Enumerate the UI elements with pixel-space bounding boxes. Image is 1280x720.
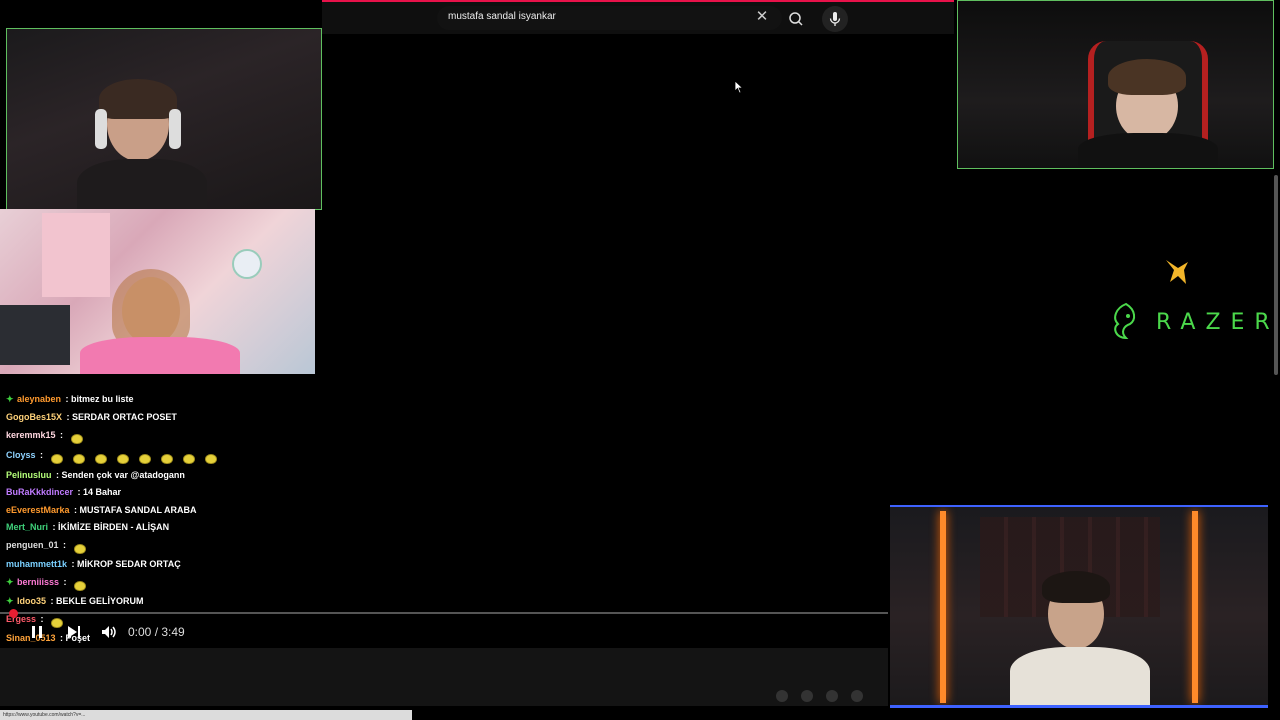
chat-message: ✦ berniiisss : (6, 577, 91, 591)
chat-separator: : (71, 505, 80, 515)
chat-text: 14 Bahar (83, 487, 122, 497)
chat-message: Pelinusluu : Senden çok var @atadogann (6, 470, 185, 480)
voice-search-button[interactable] (822, 6, 848, 32)
emote-icon (51, 617, 64, 628)
chat-text: bitmez bu liste (71, 394, 134, 404)
volume-button[interactable] (100, 624, 118, 645)
microphone-icon (829, 12, 841, 26)
dot[interactable] (776, 690, 788, 702)
emote-icon (73, 543, 86, 554)
emote-icon (160, 453, 173, 464)
emote-icon (116, 453, 129, 464)
dot[interactable] (851, 690, 863, 702)
chat-separator: : (53, 470, 62, 480)
emote-icon (74, 580, 87, 591)
chat-message: eEverestMarka : MUSTAFA SANDAL ARABA (6, 505, 197, 515)
chat-separator: : (37, 450, 46, 460)
pause-icon (32, 626, 42, 638)
chat-separator: : (57, 430, 66, 440)
emote-icon (138, 453, 151, 464)
chat-username[interactable]: penguen_01 (6, 540, 59, 550)
chat-username[interactable]: muhammett1k (6, 559, 67, 569)
time-display: 0:00 / 3:49 (128, 625, 185, 639)
search-button[interactable] (784, 7, 808, 31)
player-bottom-bar (0, 648, 888, 706)
chat-username[interactable]: berniiisss (17, 577, 59, 587)
chat-username[interactable]: Pelinusluu (6, 470, 52, 480)
dot[interactable] (826, 690, 838, 702)
chat-message: BuRaKkkdincer : 14 Bahar (6, 487, 121, 497)
chat-separator: : (75, 487, 84, 497)
chat-separator: : (61, 577, 70, 587)
webcam-middle-left (0, 209, 315, 374)
youtube-header: mustafa sandal isyankar ✕ (322, 0, 954, 34)
chat-message: ✦ ldoo35 : BEKLE GELİYORUM (6, 596, 144, 606)
mouse-cursor-icon (734, 80, 744, 94)
chat-text: MİKROP SEDAR ORTAÇ (77, 559, 181, 569)
search-query-text: mustafa sandal isyankar (448, 11, 556, 22)
chat-text: İKİMİZE BİRDEN - ALİŞAN (58, 522, 170, 532)
status-url: https://www.youtube.com/watch?v=... (0, 710, 412, 720)
emote-icon (50, 453, 63, 464)
chat-separator: : (38, 614, 47, 624)
chat-username[interactable]: Cloyss (6, 450, 36, 460)
chat-message: penguen_01 : (6, 540, 91, 554)
chat-message: keremmk15 : (6, 430, 88, 444)
subscriber-badge-icon: ✦ (6, 577, 14, 587)
chat-message: GogoBes15X : SERDAR ORTAC POSET (6, 412, 177, 422)
emote-icon (72, 453, 85, 464)
chat-separator: : (63, 394, 72, 404)
chat-message: muhammett1k : MİKROP SEDAR ORTAÇ (6, 559, 181, 569)
emote-icon (204, 453, 217, 464)
chat-username[interactable]: keremmk15 (6, 430, 56, 440)
skip-next-icon (68, 626, 80, 638)
chat-separator: : (64, 412, 73, 422)
subscriber-badge-icon: ✦ (6, 596, 14, 606)
next-button[interactable] (66, 624, 82, 645)
razer-brand-text: RAZER (1156, 310, 1280, 335)
emote-icon (70, 433, 83, 444)
progress-bar[interactable] (0, 612, 888, 614)
search-icon (789, 12, 803, 26)
chat-username[interactable]: ldoo35 (17, 596, 46, 606)
chat-message: Cloyss : (6, 450, 222, 464)
webcam-top-right (957, 0, 1274, 169)
pause-button[interactable] (30, 624, 44, 645)
emote-icon (94, 453, 107, 464)
chat-separator: : (50, 522, 59, 532)
webcam-bottom-right (890, 505, 1268, 708)
close-icon[interactable]: ✕ (754, 9, 770, 25)
razer-snake-icon (1106, 300, 1146, 342)
search-input[interactable]: mustafa sandal isyankar ✕ (437, 6, 782, 30)
chat-username[interactable]: eEverestMarka (6, 505, 70, 515)
chat-separator: : (57, 633, 66, 643)
fox-logo-icon (1160, 256, 1192, 288)
chat-username[interactable]: GogoBes15X (6, 412, 62, 422)
chat-separator: : (48, 596, 57, 606)
chat-username[interactable]: Mert_Nuri (6, 522, 48, 532)
chat-text: SERDAR ORTAC POSET (72, 412, 177, 422)
chat-text: Senden çok var @atadogann (61, 470, 185, 480)
chat-separator: : (69, 559, 78, 569)
vertical-scrollbar[interactable] (1274, 175, 1278, 375)
chat-message: ✦ aleynaben : bitmez bu liste (6, 394, 134, 404)
volume-icon (102, 626, 116, 638)
chat-username[interactable]: BuRaKkkdincer (6, 487, 73, 497)
subscriber-badge-icon: ✦ (6, 394, 14, 404)
chat-text: BEKLE GELİYORUM (56, 596, 144, 606)
pagination-dots (776, 689, 876, 707)
progress-scrubber[interactable] (9, 609, 18, 618)
emote-icon (182, 453, 195, 464)
chat-username[interactable]: aleynaben (17, 394, 61, 404)
webcam-top-left (6, 28, 322, 210)
chat-separator: : (60, 540, 69, 550)
chat-text: MUSTAFA SANDAL ARABA (79, 505, 197, 515)
chat-message: Mert_Nuri : İKİMİZE BİRDEN - ALİŞAN (6, 522, 169, 532)
dot[interactable] (801, 690, 813, 702)
